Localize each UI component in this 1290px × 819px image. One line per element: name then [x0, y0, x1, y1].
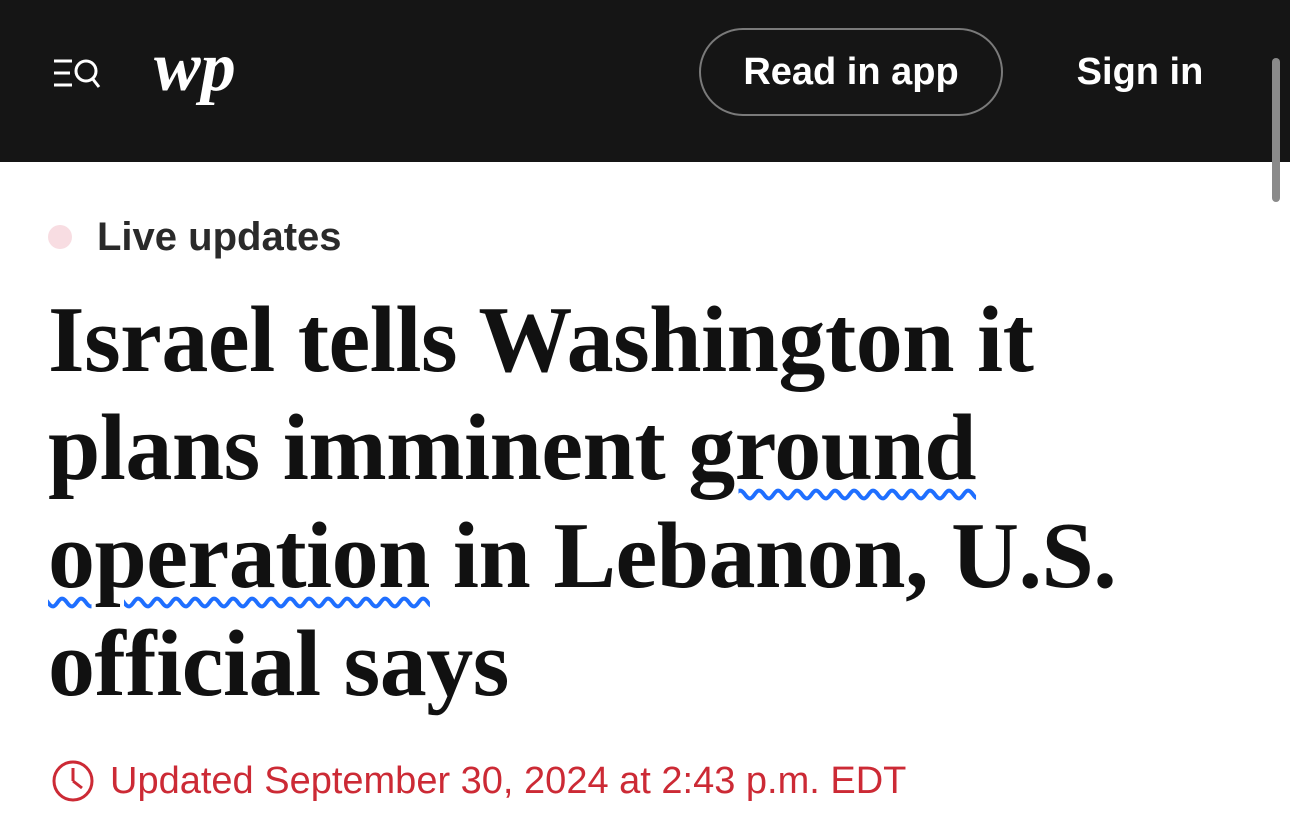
scrollbar-thumb[interactable]	[1272, 58, 1280, 202]
updated-timestamp: Updated September 30, 2024 at 2:43 p.m. …	[50, 755, 906, 807]
spellcheck-word-operation: operation	[48, 504, 430, 608]
read-in-app-button[interactable]: Read in app	[699, 28, 1003, 116]
clock-icon	[52, 760, 94, 802]
washington-post-logo[interactable]: wp	[152, 29, 248, 114]
updated-timestamp-text: Updated September 30, 2024 at 2:43 p.m. …	[110, 759, 907, 802]
logo-text: wp	[154, 34, 236, 106]
article-headline: Israel tells Washington it plans imminen…	[48, 286, 1198, 718]
live-indicator-dot	[48, 225, 72, 249]
sign-in-button[interactable]: Sign in	[1050, 28, 1230, 116]
menu-search-icon[interactable]	[50, 52, 104, 96]
live-updates-label: Live updates	[48, 212, 342, 262]
top-navigation-bar: wp Read in app Sign in	[0, 0, 1290, 162]
live-updates-text: Live updates	[97, 214, 342, 259]
spellcheck-word-ground: ground	[688, 396, 977, 500]
